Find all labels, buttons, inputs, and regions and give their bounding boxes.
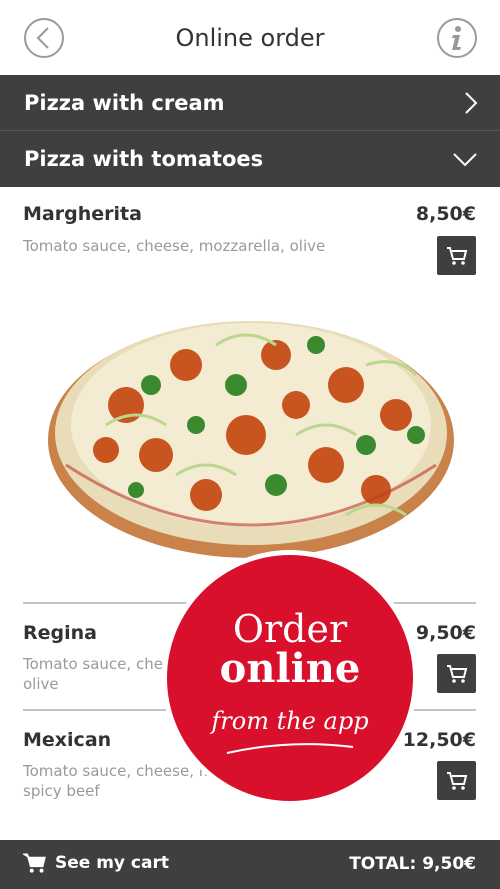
order-online-badge-circle: Order online from the app xyxy=(167,555,413,801)
add-to-cart-button-regina[interactable] xyxy=(437,654,476,693)
badge-line-online: online xyxy=(219,645,361,692)
see-my-cart-button[interactable]: See my cart xyxy=(23,852,169,874)
item-description-margherita: Tomato sauce, cheese, mozzarella, olive xyxy=(23,237,326,255)
bottom-bar: See my cart TOTAL: 9,50€ xyxy=(0,840,500,889)
badge-line-from-the-app: from the app xyxy=(211,707,369,735)
category-pizza-with-tomatoes[interactable]: Pizza with tomatoes xyxy=(0,131,500,187)
item-description-line: spicy beef xyxy=(23,782,100,800)
item-name-regina: Regina xyxy=(23,622,97,644)
info-icon xyxy=(452,26,461,50)
app-header: Online order xyxy=(0,0,500,75)
info-button[interactable] xyxy=(437,18,477,58)
category-label: Pizza with tomatoes xyxy=(24,147,264,171)
category-pizza-with-cream[interactable]: Pizza with cream xyxy=(0,75,500,131)
item-price-mexican: 12,50€ xyxy=(402,729,476,751)
chevron-right-icon xyxy=(465,92,478,114)
cart-total: TOTAL: 9,50€ xyxy=(349,854,476,874)
page-title: Online order xyxy=(175,24,325,52)
cart-icon xyxy=(446,664,467,683)
order-online-badge: Order online from the app xyxy=(162,550,418,806)
cart-icon xyxy=(446,771,467,790)
pizza-image xyxy=(48,321,454,558)
cart-icon xyxy=(446,246,467,265)
chevron-down-icon xyxy=(453,153,477,167)
badge-swoosh xyxy=(226,743,354,754)
cart-icon xyxy=(23,853,46,873)
see-my-cart-label: See my cart xyxy=(55,853,169,873)
add-to-cart-button-margherita[interactable] xyxy=(437,236,476,275)
item-name-margherita: Margherita xyxy=(23,203,142,225)
add-to-cart-button-mexican[interactable] xyxy=(437,761,476,800)
item-price-margherita: 8,50€ xyxy=(415,203,476,225)
item-name-mexican: Mexican xyxy=(23,729,112,751)
category-label: Pizza with cream xyxy=(24,90,225,115)
item-price-regina: 9,50€ xyxy=(415,622,476,644)
